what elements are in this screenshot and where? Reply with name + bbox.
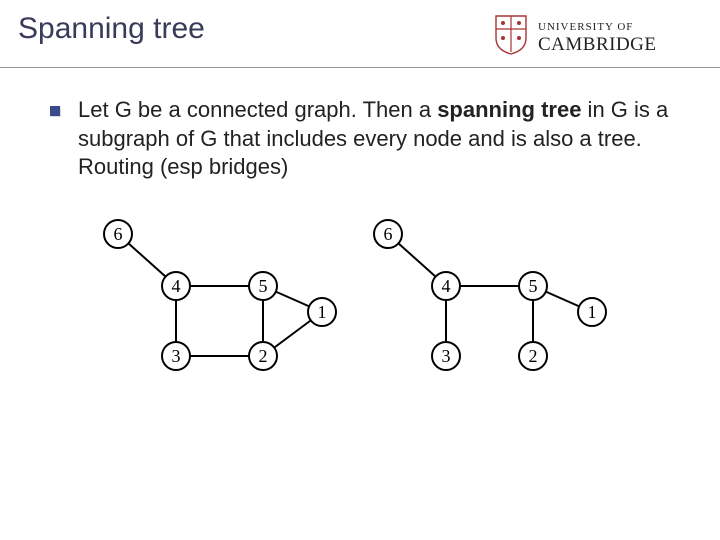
para-bold: spanning tree bbox=[437, 97, 581, 122]
para-pre: Let G be a connected graph. Then a bbox=[78, 97, 437, 122]
graph-node-label: 5 bbox=[529, 276, 538, 296]
graph-node-label: 6 bbox=[384, 224, 393, 244]
square-bullet-icon bbox=[50, 106, 60, 116]
graph-node-label: 5 bbox=[259, 276, 268, 296]
paragraph: Let G be a connected graph. Then a spann… bbox=[78, 96, 670, 182]
logo-line1: UNIVERSITY OF bbox=[538, 21, 633, 33]
graph-node-label: 6 bbox=[114, 224, 123, 244]
graph-edge bbox=[276, 291, 309, 306]
graph-node-label: 4 bbox=[442, 276, 451, 296]
graph-node-label: 2 bbox=[259, 346, 268, 366]
graph-node-label: 2 bbox=[529, 346, 538, 366]
graphs-row: 1 2 3 4 5 6 1 2 3 4 5 6 bbox=[50, 212, 670, 392]
graph-edge bbox=[546, 291, 579, 306]
content-area: Let G be a connected graph. Then a spann… bbox=[0, 68, 720, 392]
graph-node-label: 4 bbox=[172, 276, 181, 296]
graph-node-label: 3 bbox=[172, 346, 181, 366]
bullet-item: Let G be a connected graph. Then a spann… bbox=[50, 96, 670, 182]
graph-edge bbox=[274, 320, 311, 347]
cambridge-crest-icon: UNIVERSITY OF CAMBRIDGE bbox=[492, 14, 702, 56]
graph-node-label: 1 bbox=[318, 302, 327, 322]
title-bar: Spanning tree UNIVERSITY OF CAMBRIDGE bbox=[0, 0, 720, 68]
page-title: Spanning tree bbox=[18, 12, 205, 46]
graph-edge bbox=[128, 243, 165, 276]
university-logo: UNIVERSITY OF CAMBRIDGE bbox=[492, 12, 702, 61]
graph-right: 1 2 3 4 5 6 bbox=[370, 212, 620, 392]
graph-edge bbox=[398, 243, 435, 276]
graph-node-label: 1 bbox=[588, 302, 597, 322]
logo-line2: CAMBRIDGE bbox=[538, 34, 657, 55]
graph-left: 1 2 3 4 5 6 bbox=[100, 212, 350, 392]
graph-node-label: 3 bbox=[442, 346, 451, 366]
